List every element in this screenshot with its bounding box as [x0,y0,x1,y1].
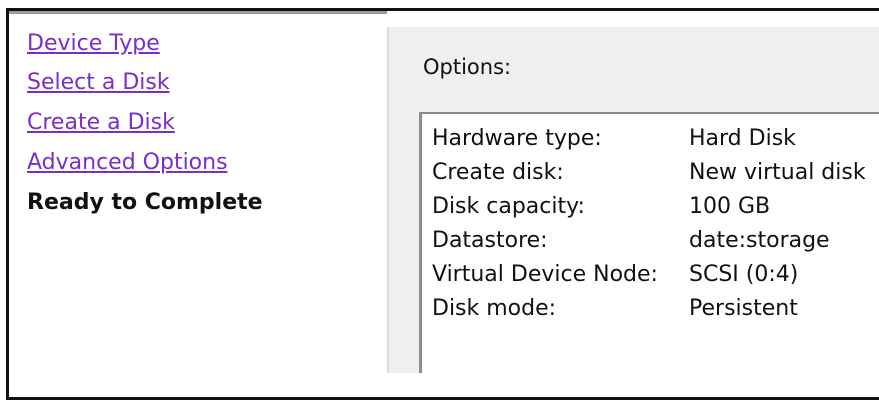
summary-key: Virtual Device Node: [432,262,658,287]
summary-key: Datastore: [432,228,548,253]
step-select-a-disk-link[interactable]: Select a Disk [27,69,170,97]
wizard-window: Device Type Select a Disk Create a Disk … [6,8,879,400]
summary-value: Hard Disk [689,126,796,151]
step-create-a-disk-link[interactable]: Create a Disk [27,109,175,137]
summary-value: SCSI (0:4) [689,262,799,287]
summary-key: Disk mode: [432,296,557,321]
summary-value: date:storage [689,228,830,253]
options-summary-box: Hardware type: Hard Disk Create disk: Ne… [419,112,879,387]
summary-key: Create disk: [432,160,564,185]
options-heading: Options: [423,55,512,79]
wizard-steps-nav: Device Type Select a Disk Create a Disk … [9,11,387,373]
step-ready-to-complete-current: Ready to Complete [27,190,263,215]
summary-key: Disk capacity: [432,194,585,219]
step-device-type-link[interactable]: Device Type [27,30,160,58]
summary-value: 100 GB [689,194,771,219]
options-panel: Options: Hardware type: Hard Disk Create… [389,27,879,387]
footer-area [9,373,879,397]
summary-value: New virtual disk [689,160,866,185]
step-advanced-options-link[interactable]: Advanced Options [27,149,228,177]
summary-value: Persistent [689,296,798,321]
summary-key: Hardware type: [432,126,602,151]
